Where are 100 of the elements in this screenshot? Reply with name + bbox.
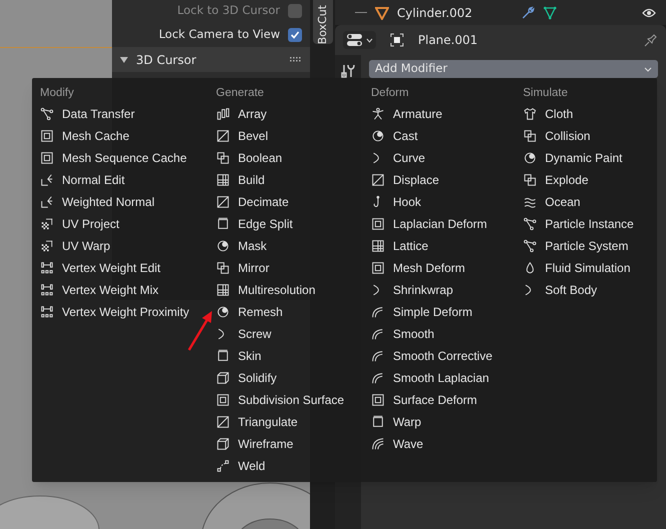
eye-icon[interactable] — [642, 8, 656, 18]
menu-item[interactable]: Weighted Normal — [40, 191, 154, 213]
add-modifier-dropdown[interactable]: Add Modifier — [369, 60, 658, 78]
slashed-square-icon — [216, 129, 230, 143]
menu-item[interactable]: Explode — [523, 169, 588, 191]
outliner-row[interactable]: Cylinder.002 — [335, 0, 666, 25]
square-frame-icon — [40, 151, 54, 165]
menu-item[interactable]: Simple Deform — [371, 301, 472, 323]
menu-item[interactable]: Shrinkwrap — [371, 279, 454, 301]
menu-item[interactable]: Warp — [371, 411, 422, 433]
toggles-icon — [346, 33, 364, 47]
menu-item[interactable]: Remesh — [216, 301, 283, 323]
menu-item[interactable]: Mirror — [216, 257, 270, 279]
menu-item[interactable]: Data Transfer — [40, 103, 135, 125]
dumbbell-icon — [40, 305, 54, 319]
grid-icon — [216, 283, 230, 297]
menu-item[interactable]: UV Warp — [40, 235, 110, 257]
waves-icon — [523, 195, 537, 209]
menu-item[interactable]: Bevel — [216, 125, 268, 147]
menu-item[interactable]: Particle Instance — [523, 213, 634, 235]
menu-item[interactable]: Vertex Weight Edit — [40, 257, 160, 279]
menu-item[interactable]: Normal Edit — [40, 169, 125, 191]
overlapping-squares-icon — [523, 129, 537, 143]
caret-icon — [644, 66, 652, 72]
menu-item[interactable]: Solidify — [216, 367, 277, 389]
object-name: Plane.001 — [418, 32, 479, 49]
menu-item[interactable]: Smooth Corrective — [371, 345, 492, 367]
menu-item[interactable]: Displace — [371, 169, 440, 191]
arcs-icon — [371, 437, 385, 451]
menu-item[interactable]: Soft Body — [523, 279, 598, 301]
checker-icon — [40, 217, 54, 231]
panel-header[interactable]: 3D Cursor — [112, 47, 310, 72]
mesh-triangle-icon[interactable] — [543, 6, 557, 20]
menu-item[interactable]: Fluid Simulation — [523, 257, 630, 279]
square-frame-icon — [40, 129, 54, 143]
menu-item[interactable]: Mesh Sequence Cache — [40, 147, 187, 169]
checkmark-icon — [290, 30, 300, 40]
caret-icon — [366, 38, 373, 42]
menu-item[interactable]: Cast — [371, 125, 418, 147]
menu-item[interactable]: Particle System — [523, 235, 628, 257]
menu-item[interactable]: Weld — [216, 455, 266, 477]
column-heading: Deform — [371, 86, 410, 101]
menu-item[interactable]: Mesh Deform — [371, 257, 466, 279]
overlapping-squares-icon — [216, 151, 230, 165]
checker-icon — [40, 239, 54, 253]
menu-item[interactable]: Mesh Cache — [40, 125, 130, 147]
menu-item[interactable]: Armature — [371, 103, 442, 125]
menu-item[interactable]: Decimate — [216, 191, 289, 213]
menu-item[interactable]: Surface Deform — [371, 389, 478, 411]
menu-item[interactable]: Edge Split — [216, 213, 293, 235]
menu-item[interactable]: Wireframe — [216, 433, 294, 455]
tree-line — [355, 12, 367, 13]
editor-type-button[interactable] — [343, 31, 376, 49]
option-label: Lock Camera to View — [158, 26, 280, 44]
wrench-icon[interactable] — [521, 6, 535, 20]
checkbox[interactable] — [288, 28, 302, 42]
menu-item[interactable]: Dynamic Paint — [523, 147, 622, 169]
menu-item[interactable]: Subdivision Surface — [216, 389, 344, 411]
wrench-icon[interactable] — [340, 63, 356, 79]
menu-item[interactable]: Mask — [216, 235, 267, 257]
nodes-icon — [40, 107, 54, 121]
menu-item[interactable]: Multiresolution — [216, 279, 316, 301]
menu-item[interactable]: Lattice — [371, 235, 428, 257]
menu-item[interactable]: Curve — [371, 147, 426, 169]
object-square-icon — [390, 33, 404, 47]
sidebar-tab[interactable]: BoxCut — [312, 0, 332, 44]
checkbox[interactable] — [288, 4, 302, 18]
bent-line-icon — [371, 349, 385, 363]
square-icon — [216, 349, 230, 363]
menu-item[interactable]: Laplacian Deform — [371, 213, 488, 235]
menu-item[interactable]: Triangulate — [216, 411, 298, 433]
menu-item[interactable]: Ocean — [523, 191, 580, 213]
stick-figure-icon — [371, 107, 385, 121]
dumbbell-icon — [40, 261, 54, 275]
menu-item[interactable]: Skin — [216, 345, 262, 367]
cube-icon — [216, 437, 230, 451]
column-heading: Generate — [216, 86, 265, 101]
menu-item[interactable]: Hook — [371, 191, 422, 213]
corner-arrow-icon — [40, 195, 54, 209]
menu-item[interactable]: Build — [216, 169, 265, 191]
menu-item[interactable]: Boolean — [216, 147, 282, 169]
square-frame-icon — [371, 261, 385, 275]
grid-icon — [371, 239, 385, 253]
menu-item[interactable]: Wave — [371, 433, 424, 455]
expanded-triangle-icon[interactable] — [120, 56, 128, 64]
menu-item[interactable]: Smooth — [371, 323, 434, 345]
menu-item[interactable]: Smooth Laplacian — [371, 367, 490, 389]
menu-item[interactable]: Vertex Weight Proximity — [40, 301, 190, 323]
menu-item[interactable]: Cloth — [523, 103, 574, 125]
column-heading: Modify — [40, 86, 75, 101]
menu-item[interactable]: Screw — [216, 323, 272, 345]
menu-item[interactable]: Array — [216, 103, 267, 125]
drag-handle-icon[interactable] — [290, 56, 302, 62]
menu-item[interactable]: Collision — [523, 125, 590, 147]
slashed-square-icon — [371, 173, 385, 187]
menu-item[interactable]: UV Project — [40, 213, 120, 235]
annotation-arrow — [187, 310, 213, 352]
pin-icon[interactable] — [644, 33, 658, 47]
menu-item[interactable]: Vertex Weight Mix — [40, 279, 158, 301]
nodes-icon — [523, 239, 537, 253]
